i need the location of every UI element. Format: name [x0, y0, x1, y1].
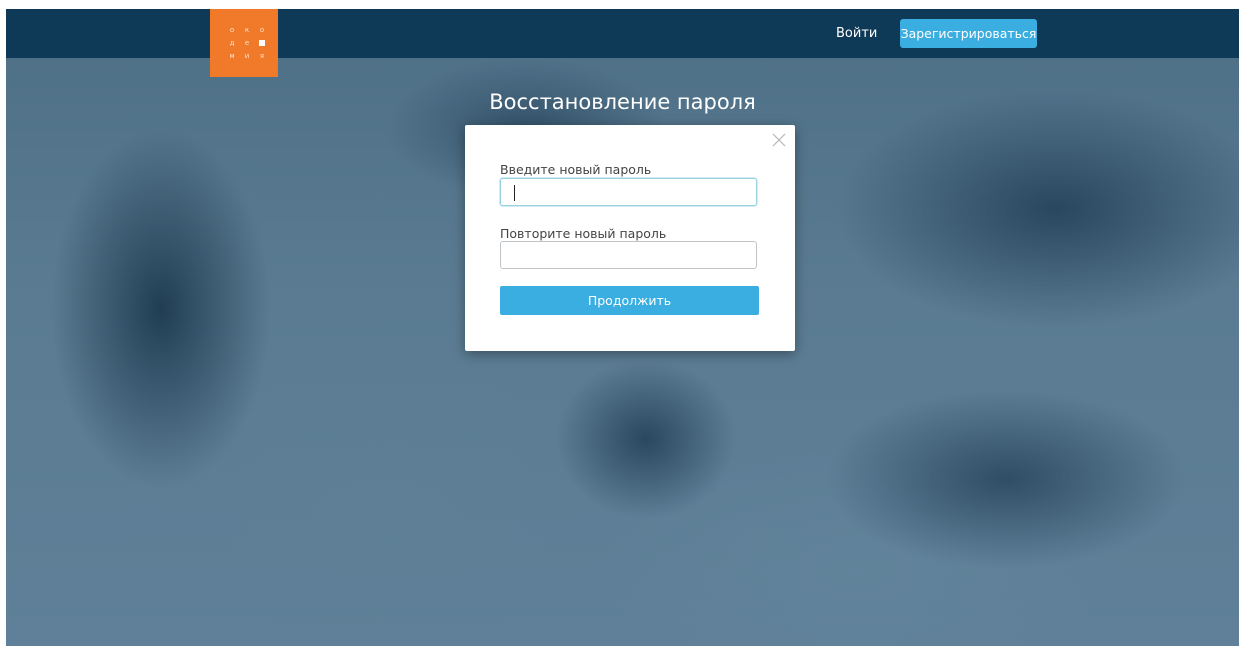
logo-row-3: м и я: [229, 52, 265, 60]
logo-row-1: о к о: [229, 26, 265, 34]
new-password-field[interactable]: [500, 178, 757, 206]
repeat-password-label: Повторите новый пароль: [500, 226, 667, 241]
page-viewport: Войти Зарегистрироваться о к о д е м и я…: [6, 9, 1239, 646]
password-reset-modal: Введите новый пароль Повторите новый пар…: [465, 125, 795, 351]
continue-button[interactable]: Продолжить: [500, 286, 759, 315]
register-button[interactable]: Зарегистрироваться: [900, 19, 1037, 48]
logo-square-icon: [259, 40, 265, 46]
new-password-label: Введите новый пароль: [500, 162, 652, 177]
top-navigation-bar: Войти Зарегистрироваться: [6, 9, 1239, 58]
site-logo[interactable]: о к о д е м и я: [210, 9, 278, 77]
logo-row-2: д е: [227, 39, 267, 48]
text-cursor: [514, 185, 515, 201]
close-icon[interactable]: [772, 133, 786, 147]
login-link[interactable]: Войти: [836, 26, 877, 41]
repeat-password-field[interactable]: [500, 241, 757, 269]
page-title: Восстановление пароля: [489, 90, 756, 114]
